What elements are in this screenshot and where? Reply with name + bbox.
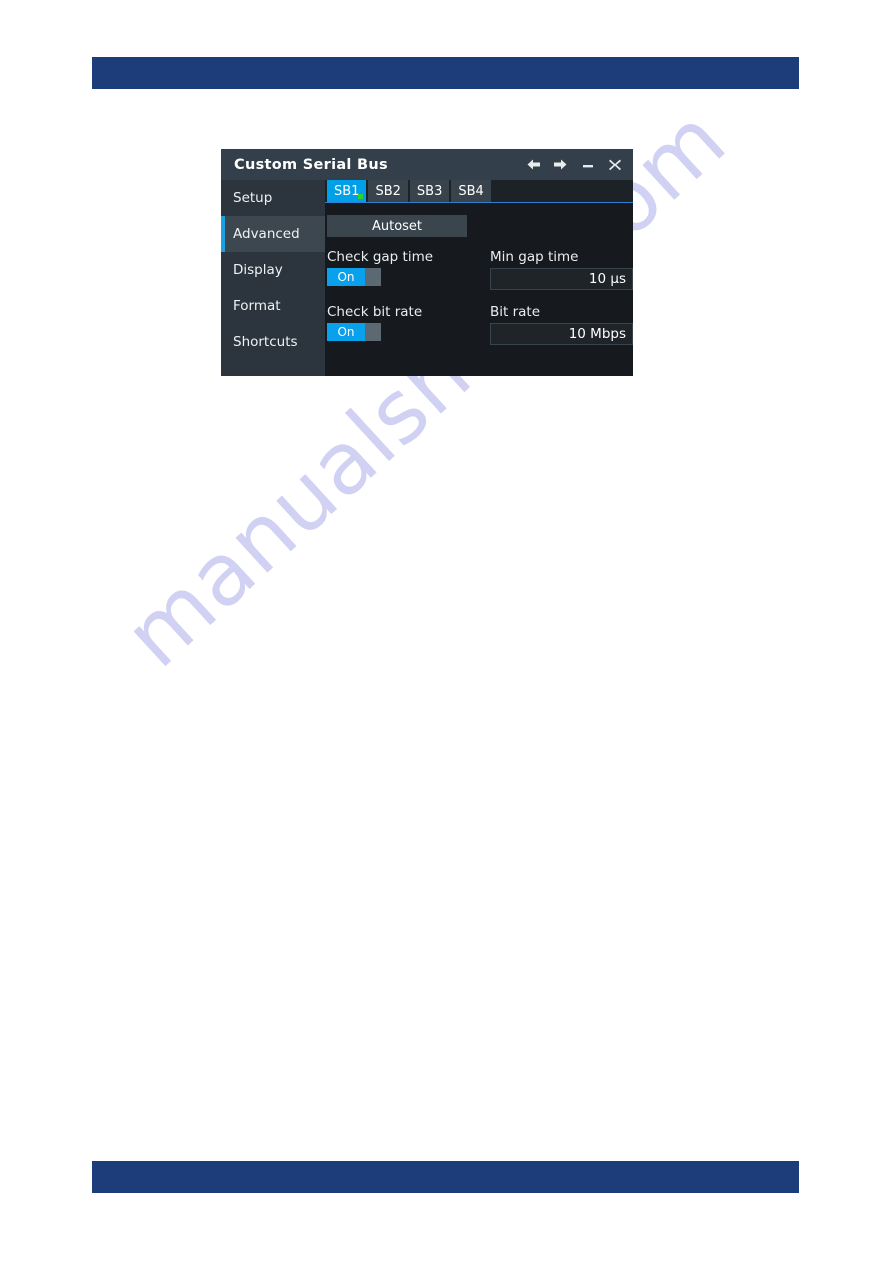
sidebar-item-setup[interactable]: Setup — [221, 180, 325, 216]
sidebar-item-label: Display — [233, 262, 283, 278]
sidebar-item-label: Setup — [233, 190, 273, 206]
tab-sb3[interactable]: SB3 — [409, 180, 450, 202]
check-bit-rate-toggle[interactable]: On — [327, 323, 381, 341]
check-gap-time-toggle[interactable]: On — [327, 268, 381, 286]
row-spacer-right — [488, 290, 633, 304]
tab-sb1[interactable]: SB1 — [327, 180, 367, 202]
dialog-titlebar: Custom Serial Bus — [221, 149, 633, 180]
tab-label: SB2 — [375, 183, 401, 199]
autoset-row: Autoset — [325, 215, 633, 237]
close-icon[interactable] — [606, 155, 623, 175]
back-arrow-icon[interactable] — [525, 155, 542, 175]
tab-label: SB4 — [458, 183, 484, 199]
min-gap-time-label: Min gap time — [490, 249, 579, 265]
dialog-content: SB1 SB2 SB3 SB4 Autoset Check gap time O… — [325, 180, 633, 376]
bus-tab-strip: SB1 SB2 SB3 SB4 — [325, 180, 633, 203]
check-bit-rate-toggle-state: On — [327, 323, 365, 341]
forward-arrow-icon[interactable] — [552, 155, 569, 175]
dialog-title: Custom Serial Bus — [234, 156, 388, 173]
advanced-form: Autoset Check gap time On Min gap time 1… — [325, 203, 633, 345]
dialog-sidebar: Setup Advanced Display Format Shortcuts — [221, 180, 325, 376]
min-gap-time-field: Min gap time 10 µs — [488, 249, 633, 290]
check-bit-rate-toggle-knob — [365, 323, 381, 341]
custom-serial-bus-dialog: Custom Serial Bus Setup Advanced Display… — [221, 149, 633, 376]
tab-sb4[interactable]: SB4 — [451, 180, 491, 202]
sidebar-item-display[interactable]: Display — [221, 252, 325, 288]
check-gap-time-field: Check gap time On — [325, 249, 488, 290]
tab-active-indicator-icon — [358, 194, 364, 199]
autoset-button[interactable]: Autoset — [327, 215, 467, 237]
sidebar-item-label: Format — [233, 298, 281, 314]
tab-sb2[interactable]: SB2 — [368, 180, 408, 202]
sidebar-item-format[interactable]: Format — [221, 288, 325, 324]
min-gap-time-input[interactable]: 10 µs — [490, 268, 633, 290]
check-gap-time-toggle-knob — [365, 268, 381, 286]
check-gap-time-toggle-state: On — [327, 268, 365, 286]
page-footer-bar — [92, 1161, 799, 1193]
dialog-body: Setup Advanced Display Format Shortcuts … — [221, 180, 633, 376]
tab-label: SB1 — [334, 183, 360, 199]
window-controls — [525, 155, 623, 175]
bit-rate-field: Bit rate 10 Mbps — [488, 304, 633, 345]
tab-label: SB3 — [416, 183, 443, 199]
page-header-bar — [92, 57, 799, 89]
sidebar-item-label: Advanced — [233, 226, 300, 242]
row-spacer-left — [325, 290, 488, 304]
sidebar-item-shortcuts[interactable]: Shortcuts — [221, 324, 325, 360]
check-bit-rate-field: Check bit rate On — [325, 304, 488, 345]
minimize-icon[interactable] — [579, 155, 596, 175]
sidebar-item-advanced[interactable]: Advanced — [221, 216, 325, 252]
bit-rate-label: Bit rate — [490, 304, 541, 320]
check-gap-time-label: Check gap time — [327, 249, 434, 265]
sidebar-item-label: Shortcuts — [233, 334, 298, 350]
settings-grid: Check gap time On Min gap time 10 µs Che — [325, 249, 633, 345]
bit-rate-input[interactable]: 10 Mbps — [490, 323, 633, 345]
check-bit-rate-label: Check bit rate — [327, 304, 423, 320]
